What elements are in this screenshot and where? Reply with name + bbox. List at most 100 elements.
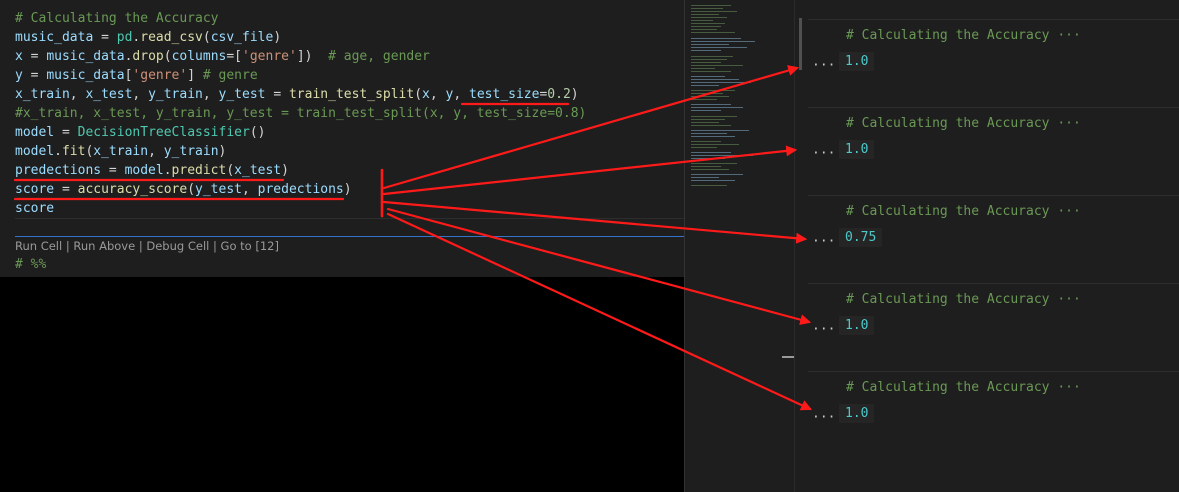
code-line[interactable]: model = DecisionTreeClassifier()	[15, 123, 586, 142]
code-token: # genre	[202, 68, 258, 83]
code-token: 'genre'	[132, 68, 188, 83]
code-token: y_train	[148, 87, 203, 102]
code-line[interactable]: model.fit(x_train, y_train)	[15, 142, 586, 161]
code-line[interactable]: score = accuracy_score(y_test, predectio…	[15, 180, 586, 199]
minimap-line	[691, 76, 725, 77]
code-token: score	[15, 182, 55, 197]
output-header-text: # Calculating the Accuracy ···	[846, 204, 1081, 219]
minimap-line	[691, 166, 721, 167]
code-token: 'genre'	[242, 49, 297, 64]
code-token: =	[54, 125, 78, 140]
code-line[interactable]: score	[15, 199, 586, 218]
output-header[interactable]: # Calculating the Accuracy ···	[808, 195, 1179, 224]
minimap-line	[691, 32, 735, 33]
output-header[interactable]: # Calculating the Accuracy ···	[808, 19, 1179, 48]
code-token: =	[93, 30, 117, 45]
code-token: y_train	[163, 144, 219, 159]
minimap-line	[691, 68, 715, 69]
code-line[interactable]: predections = model.predict(x_test)	[15, 161, 586, 180]
code-token: ,	[242, 182, 258, 197]
code-line[interactable]: # Calculating the Accuracy	[15, 9, 586, 28]
minimap-line	[691, 147, 717, 148]
output-cell: # Calculating the Accuracy ··· ··· 0.75	[808, 195, 1179, 283]
go-to-link[interactable]: Go to [12]	[221, 239, 279, 253]
minimap-line	[691, 90, 735, 91]
run-above-link[interactable]: Run Above	[73, 239, 135, 253]
scrollbar-marker	[782, 356, 794, 358]
code-cell[interactable]: # Calculating the Accuracy music_data = p…	[15, 9, 586, 218]
minimap-line	[691, 163, 737, 164]
output-header-text: # Calculating the Accuracy ···	[846, 116, 1081, 131]
code-token: music_data	[15, 30, 94, 45]
minimap-line	[691, 20, 713, 21]
code-token: ,	[202, 87, 219, 102]
minimap-line	[691, 38, 741, 39]
debug-cell-link[interactable]: Debug Cell	[146, 239, 209, 253]
minimap-line	[691, 144, 739, 145]
cell-divider	[15, 218, 684, 219]
output-value: 0.75	[839, 228, 883, 247]
more-actions-icon[interactable]: ···	[812, 234, 835, 249]
more-actions-icon[interactable]: ···	[812, 410, 835, 425]
code-line[interactable]: #x_train, x_test, y_train, y_test = trai…	[15, 104, 586, 123]
minimap-line	[691, 85, 719, 86]
output-value: 1.0	[839, 316, 875, 335]
output-header[interactable]: # Calculating the Accuracy ···	[808, 283, 1179, 312]
more-actions-icon[interactable]: ···	[812, 58, 835, 73]
minimap-line	[691, 110, 721, 111]
minimap-line	[691, 5, 731, 6]
code-token: (	[187, 182, 196, 197]
code-token: )	[218, 144, 227, 159]
code-token: fit	[61, 144, 86, 159]
code-token: )	[273, 30, 282, 45]
minimap-line	[691, 8, 723, 9]
code-token: x_test	[85, 87, 133, 102]
code-token: =	[54, 182, 78, 197]
output-header[interactable]: # Calculating the Accuracy ···	[808, 371, 1179, 400]
minimap-line	[691, 133, 727, 134]
output-cell: # Calculating the Accuracy ··· ··· 1.0	[808, 283, 1179, 371]
code-token: ,	[132, 87, 149, 102]
code-token: predict	[171, 163, 227, 178]
output-header[interactable]: # Calculating the Accuracy ···	[808, 107, 1179, 136]
code-token: ,	[453, 87, 470, 102]
scrollbar[interactable]	[794, 0, 809, 492]
minimap-line	[691, 99, 717, 100]
codelens-separator: |	[135, 239, 147, 253]
minimap-line	[691, 122, 719, 123]
minimap-line	[691, 158, 725, 159]
cell-codelens: Run Cell | Run Above | Debug Cell | Go t…	[15, 239, 279, 253]
output-value: 1.0	[839, 404, 875, 423]
code-line[interactable]: y = music_data['genre'] # genre	[15, 66, 586, 85]
minimap-line	[691, 65, 743, 66]
output-value: 1.0	[839, 52, 875, 71]
code-token: columns	[171, 49, 227, 64]
minimap-line	[691, 56, 733, 57]
minimap-line	[691, 93, 723, 94]
code-line[interactable]: x_train, x_test, y_train, y_test = train…	[15, 85, 586, 104]
code-token: (	[163, 49, 172, 64]
minimap-line	[691, 119, 725, 120]
code-token: .	[54, 144, 62, 159]
more-actions-icon[interactable]: ···	[812, 322, 835, 337]
code-token: read_csv	[140, 30, 203, 45]
code-token: ,	[429, 87, 446, 102]
minimap[interactable]	[684, 0, 795, 492]
code-line[interactable]: x = music_data.drop(columns=['genre']) #…	[15, 47, 586, 66]
code-token: model	[15, 125, 55, 140]
scrollbar-thumb[interactable]	[799, 18, 802, 70]
code-token: DecisionTreeClassifier	[77, 125, 250, 140]
output-cell: # Calculating the Accuracy ··· ··· 1.0	[808, 19, 1179, 107]
codelens-separator: |	[209, 239, 221, 253]
minimap-line	[691, 152, 731, 153]
code-editor[interactable]: # Calculating the Accuracy music_data = p…	[0, 0, 684, 277]
run-cell-link[interactable]: Run Cell	[15, 239, 62, 253]
minimap-line	[691, 62, 721, 63]
codelens-separator: |	[62, 239, 74, 253]
minimap-line	[691, 17, 727, 18]
code-token: drop	[132, 49, 164, 64]
more-actions-icon[interactable]: ···	[812, 146, 835, 161]
code-line[interactable]: music_data = pd.read_csv(csv_file)	[15, 28, 586, 47]
code-token: =	[22, 49, 47, 64]
code-token: =	[265, 87, 289, 102]
